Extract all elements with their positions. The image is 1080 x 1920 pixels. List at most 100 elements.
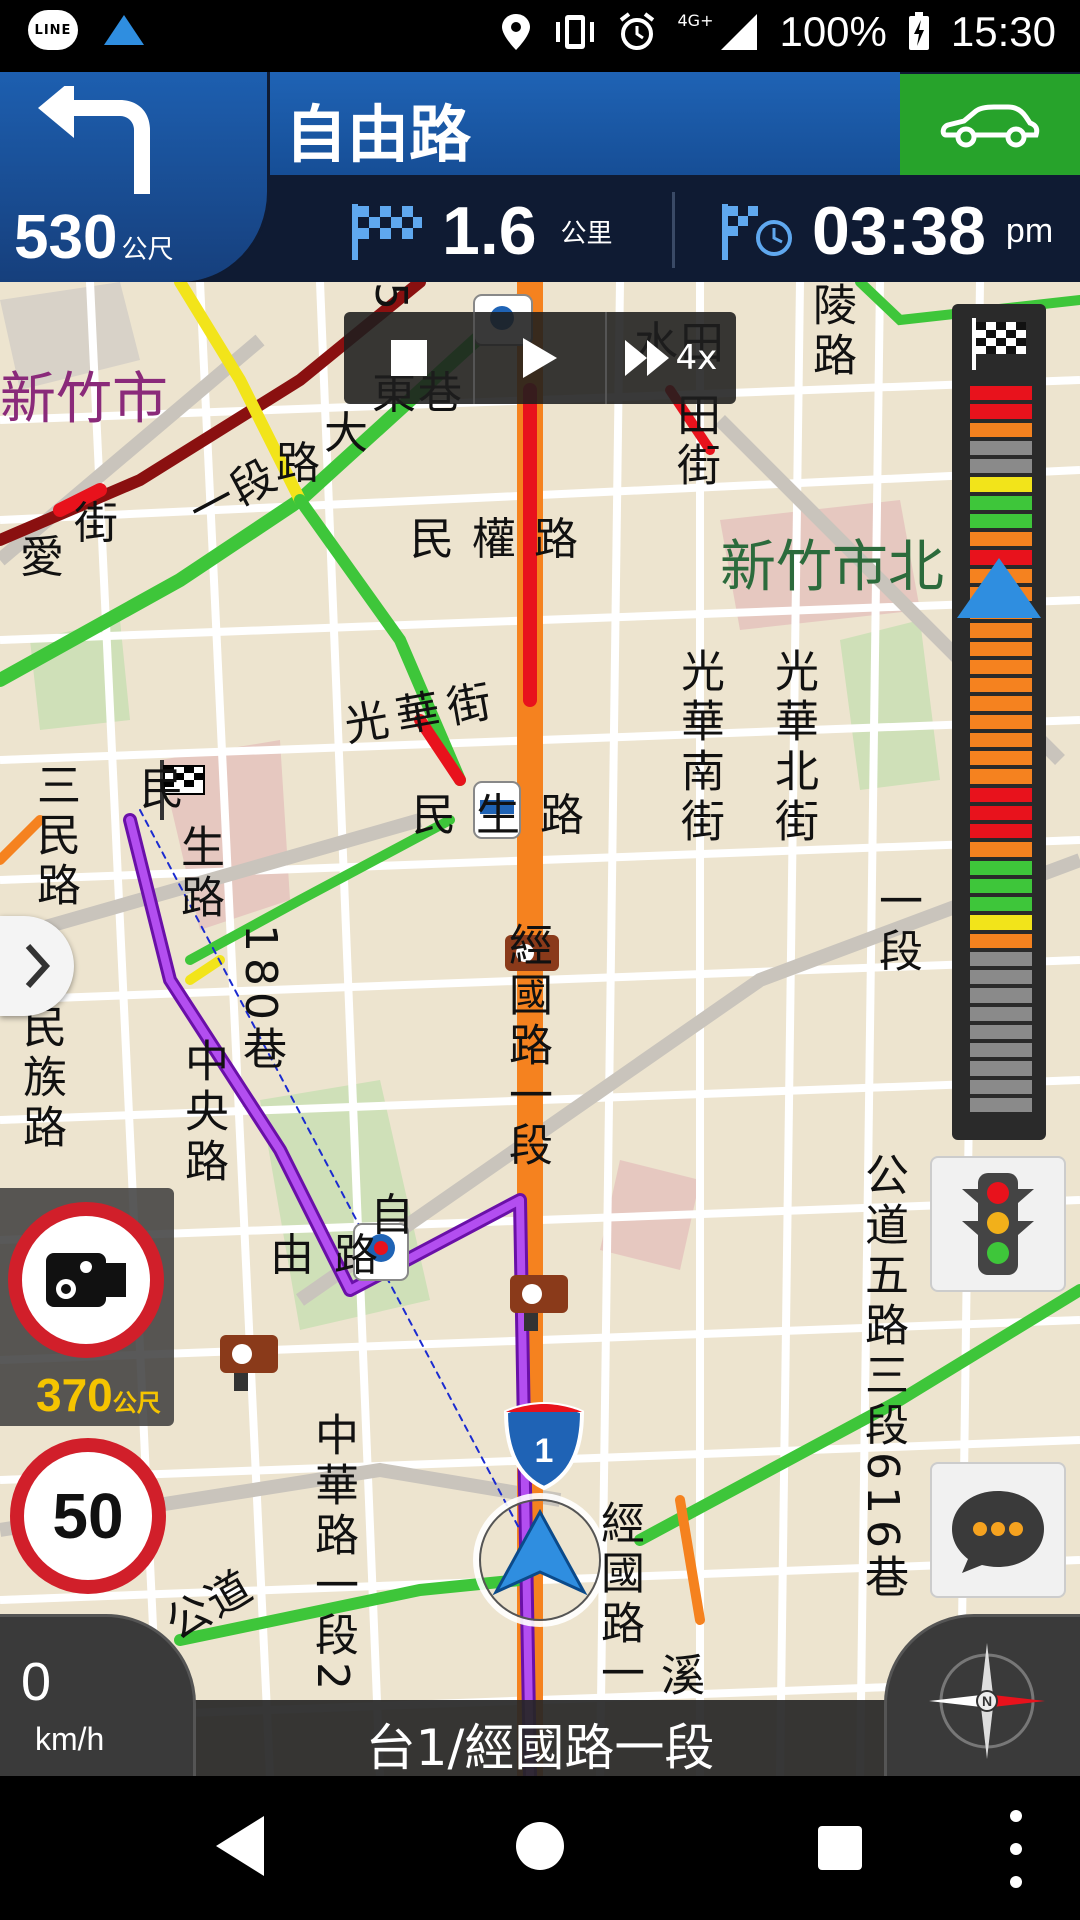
- home-button[interactable]: [516, 1822, 564, 1870]
- traffic-segment: [970, 860, 1032, 879]
- traffic-segment: [970, 440, 1032, 459]
- traffic-segment: [970, 623, 1032, 642]
- stop-button[interactable]: [344, 312, 476, 404]
- road-label: 溪: [653, 1652, 704, 1702]
- road-label: 公道五路三段616巷: [857, 1152, 908, 1604]
- road-label: 5: [365, 282, 416, 316]
- vehicle-mode-button[interactable]: [900, 74, 1080, 175]
- traffic-info-button[interactable]: [930, 1156, 1066, 1292]
- system-navigation-bar: [0, 1776, 1080, 1920]
- road-label: 經國路一: [593, 1500, 644, 1700]
- chevron-right-icon: [25, 943, 51, 989]
- simulation-controls: 4x: [344, 312, 736, 404]
- traffic-segment: [970, 659, 1032, 678]
- road-label: 大: [324, 408, 370, 459]
- road-label: 民生路: [412, 790, 604, 841]
- svg-text:N: N: [982, 1693, 992, 1709]
- speed-camera-unit: 公尺: [112, 1390, 161, 1417]
- traffic-segment: [970, 988, 1032, 1007]
- traffic-segment: [970, 1024, 1032, 1043]
- turn-left-arrow-icon: [38, 86, 150, 194]
- road-label: 陵路: [805, 282, 856, 382]
- back-button[interactable]: [216, 1816, 264, 1876]
- traffic-segment: [970, 477, 1032, 496]
- traffic-segment: [970, 951, 1032, 970]
- traffic-segment: [970, 878, 1032, 897]
- road-label: 三民路: [29, 762, 80, 912]
- route-traffic-bar[interactable]: [952, 304, 1046, 1140]
- road-label: 中華路一段2: [307, 1412, 358, 1696]
- speed-limit-value: 50: [52, 1480, 124, 1552]
- location-icon: [502, 14, 531, 50]
- traffic-segment: [970, 678, 1032, 697]
- traffic-segment: [970, 495, 1032, 514]
- fast-forward-button[interactable]: 4x: [607, 312, 736, 404]
- remaining-distance-value: 1.6: [442, 193, 537, 269]
- route-shield-icon: 1: [503, 1401, 585, 1491]
- road-label: 田街: [669, 392, 720, 492]
- road-label: 經國路一段: [501, 922, 552, 1172]
- speed-unit: km/h: [35, 1721, 105, 1757]
- traffic-segment: [970, 732, 1032, 751]
- alarm-icon: [620, 12, 655, 50]
- checkered-flag-icon: [352, 204, 422, 260]
- traffic-segment: [970, 1061, 1032, 1080]
- remaining-distance-unit: 公里: [560, 218, 613, 249]
- traffic-segment: [970, 513, 1032, 532]
- more-options-button[interactable]: [1010, 1810, 1022, 1888]
- traffic-segment: [970, 769, 1032, 788]
- fast-forward-icon: [647, 340, 670, 376]
- finish-flag-icon: [972, 318, 1026, 370]
- traffic-segment: [970, 897, 1032, 916]
- traffic-segment: [970, 714, 1032, 733]
- road-label: 民權路: [410, 514, 596, 565]
- speed-camera-icon: [46, 1253, 126, 1307]
- traffic-segment: [970, 970, 1032, 989]
- compass-icon: N: [929, 1643, 1045, 1759]
- navigation-app-icon: [104, 15, 144, 45]
- area-label: 新竹市北: [720, 535, 944, 600]
- status-bar: LINE 4G+ 100% 15:30: [0, 0, 1080, 72]
- map-view[interactable]: 新竹市 新竹市北 5 東巷 水田 田街 大 路 街 一段 愛 民權路 光華街 光…: [0, 282, 1080, 1776]
- turn-distance-unit: 公尺: [121, 234, 174, 264]
- speed-camera-sign: [8, 1202, 164, 1358]
- battery-charging-icon: [908, 12, 929, 50]
- progress-position-marker: [957, 558, 1041, 618]
- traffic-segment: [970, 1097, 1032, 1116]
- traffic-segment: [970, 459, 1032, 478]
- road-label: 由路: [270, 1230, 398, 1281]
- traffic-segment: [970, 404, 1032, 423]
- stop-icon: [390, 340, 427, 376]
- clock: 15:30: [950, 8, 1056, 55]
- arrival-time: 03:38 pm: [720, 192, 1053, 270]
- compass-button[interactable]: N: [884, 1614, 1080, 1784]
- line-app-icon: LINE: [28, 10, 78, 50]
- next-road-name: 自由路: [285, 98, 472, 171]
- play-button[interactable]: [475, 312, 607, 404]
- road-label: 路: [276, 438, 322, 489]
- road-label: 民: [140, 764, 186, 815]
- turn-instruction-panel[interactable]: 530 公尺: [0, 72, 270, 282]
- trip-info-row: 1.6 公里 03:38 pm: [270, 180, 1080, 280]
- remaining-distance: 1.6 公里: [350, 192, 613, 270]
- road-label: 一段: [871, 878, 922, 978]
- traffic-segment: [970, 933, 1032, 952]
- recent-apps-button[interactable]: [818, 1826, 862, 1870]
- divider: [672, 192, 675, 268]
- speedometer: 0 km/h: [0, 1614, 196, 1784]
- navigation-header: 530 公尺 自由路 1.6 公里 03:38 pm: [0, 72, 1080, 282]
- road-label: 中央路: [177, 1038, 228, 1188]
- traffic-segment: [970, 696, 1032, 715]
- message-button[interactable]: [930, 1462, 1066, 1598]
- traffic-segment: [970, 805, 1032, 824]
- playback-speed: 4x: [675, 338, 718, 378]
- road-label: 光華北街: [767, 648, 818, 848]
- road-label: 光華南街: [673, 648, 724, 848]
- traffic-segment: [970, 532, 1032, 551]
- fast-forward-icon: [625, 340, 648, 376]
- current-speed: 0: [21, 1652, 52, 1712]
- road-label: 愛: [20, 532, 66, 583]
- road-label: 街: [74, 498, 120, 549]
- eta-time: 03:38: [812, 193, 986, 269]
- traffic-light-icon: [962, 1173, 1034, 1275]
